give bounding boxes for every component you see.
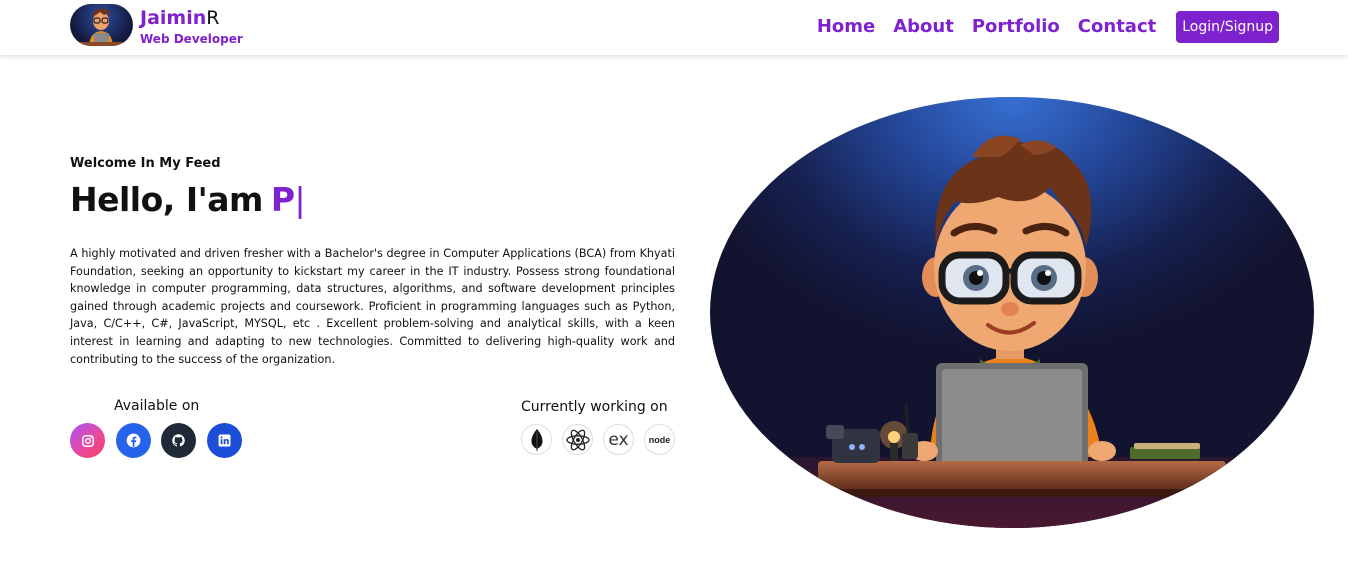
currently-working-label: Currently working on [521, 399, 668, 415]
brand-name-first: Jaimin [140, 6, 207, 29]
social-links [70, 423, 252, 458]
nav-home-link[interactable]: Home [817, 11, 875, 43]
welcome-text: Welcome In My Feed [70, 156, 221, 171]
node-text: node [648, 434, 671, 445]
brand-name: JaiminR [140, 6, 243, 29]
brand[interactable]: JaiminR Web Developer [70, 4, 243, 46]
express-icon: ex [603, 424, 634, 455]
react-icon [562, 424, 593, 455]
tech-stack: ex node [521, 424, 685, 455]
instagram-icon[interactable] [70, 423, 105, 458]
brand-name-last: R [206, 6, 220, 29]
github-icon[interactable] [161, 423, 196, 458]
typing-cursor: | [294, 180, 306, 219]
linkedin-icon[interactable] [206, 423, 242, 458]
nodejs-icon: node [644, 424, 675, 455]
mongodb-icon [521, 424, 552, 455]
hero-greeting: Hello, I'am P| [70, 180, 306, 219]
navbar: JaiminR Web Developer Home About Portfol… [0, 0, 1348, 55]
avatar [70, 4, 133, 46]
main-nav: Home About Portfolio Contact Login/Signu… [817, 11, 1279, 43]
hero-illustration [710, 97, 1314, 528]
bio-paragraph: A highly motivated and driven fresher wi… [70, 247, 675, 366]
nav-portfolio-link[interactable]: Portfolio [972, 11, 1060, 43]
typed-text: P [270, 180, 295, 219]
nav-about-link[interactable]: About [893, 11, 954, 43]
available-on-label: Available on [114, 398, 200, 414]
nav-contact-link[interactable]: Contact [1078, 11, 1156, 43]
greeting-text: Hello, I'am [70, 180, 263, 219]
login-signup-button[interactable]: Login/Signup [1176, 11, 1279, 43]
brand-role: Web Developer [140, 31, 243, 46]
express-text: ex [608, 429, 629, 450]
facebook-icon[interactable] [115, 423, 151, 458]
